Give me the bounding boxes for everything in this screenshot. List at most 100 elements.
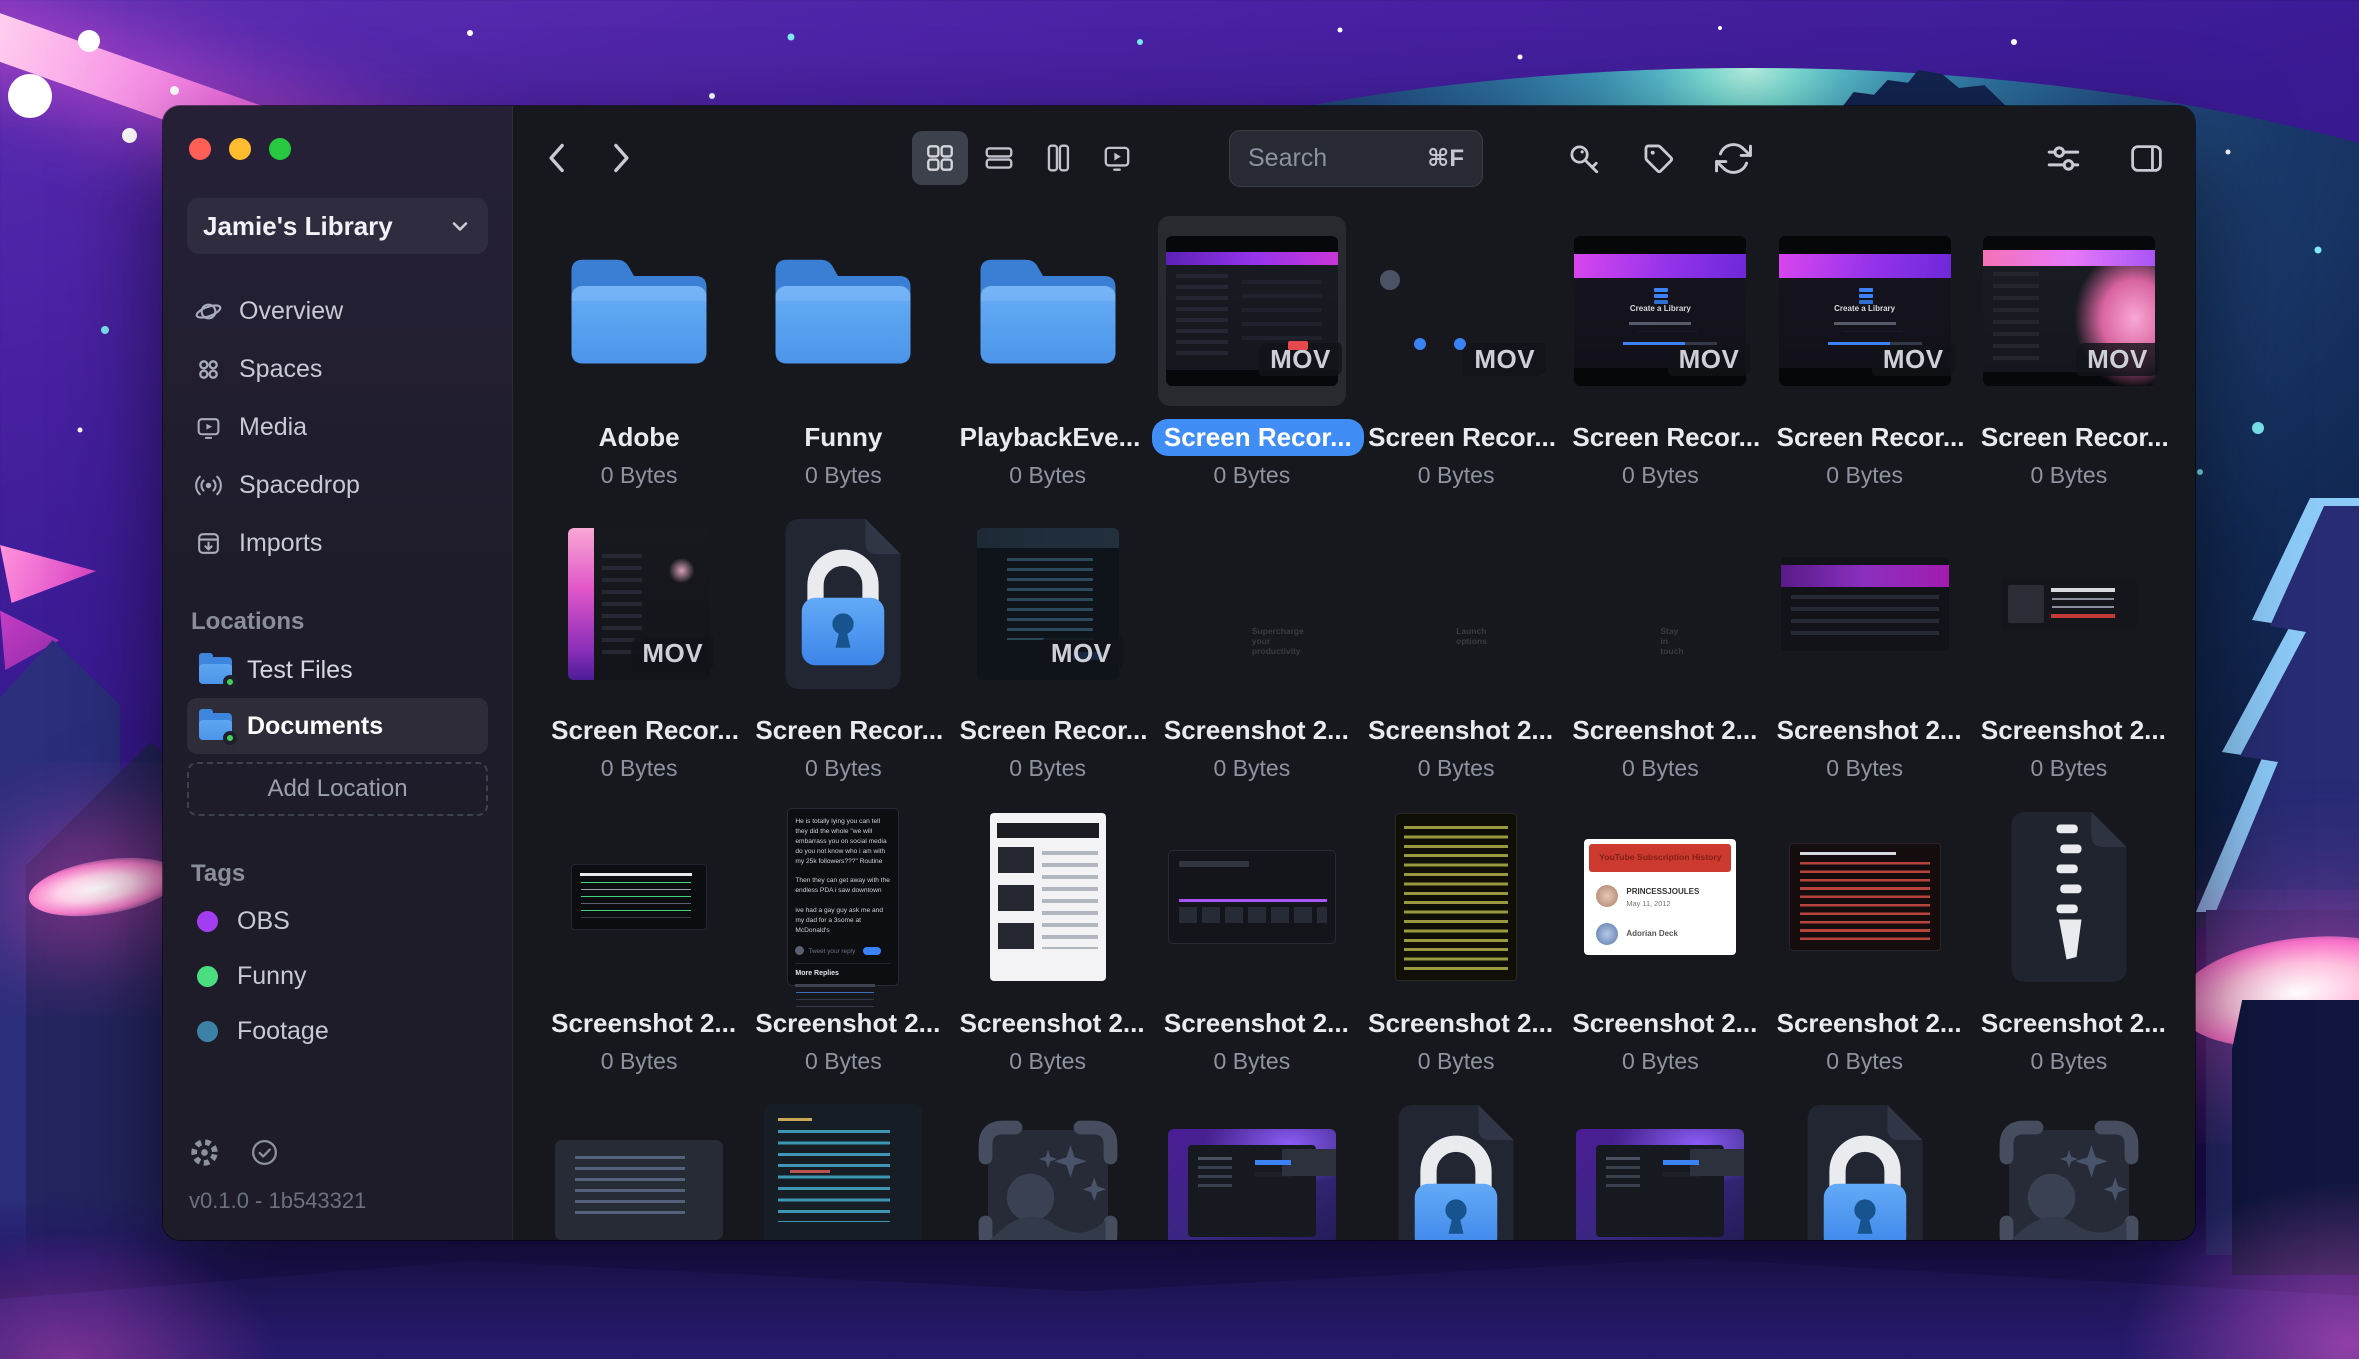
folder-card[interactable]: Adobe 0 Bytes [537, 216, 741, 509]
file-thumbnail: MOVCreate a Library [1771, 216, 1959, 406]
sidebar-item-imports[interactable]: Imports [187, 514, 488, 572]
wallpaper-planet-rock [1840, 70, 2010, 110]
file-card[interactable]: Screenshot 2... 0 Bytes [1763, 509, 1967, 802]
file-thumbnail: YouTube Subscription HistoryPRINCESSJOUL… [1566, 802, 1754, 992]
view-mode-group [912, 131, 1145, 185]
list-view-button[interactable] [971, 131, 1027, 185]
sidebar-tag-obs[interactable]: OBS [187, 894, 488, 949]
file-card[interactable]: Screen Recor... 0 Bytes [741, 509, 945, 802]
panel-toggle-icon[interactable] [2128, 140, 2165, 177]
tag-label: Funny [237, 962, 306, 991]
sidebar-item-test-files[interactable]: Test Files [187, 642, 488, 698]
grid-view-button[interactable] [912, 131, 968, 185]
file-card[interactable]: Supercharge your productivity Screenshot… [1150, 509, 1354, 802]
file-card[interactable]: Screenshot 2... 0 Bytes [1354, 802, 1558, 1095]
close-button[interactable] [189, 138, 211, 160]
key-icon[interactable] [1565, 140, 1602, 177]
thumb-text: Adorian Deck [1626, 929, 1678, 938]
file-card[interactable]: Stay in touch Screenshot 2... 0 Bytes [1558, 509, 1762, 802]
folder-card[interactable]: Funny 0 Bytes [741, 216, 945, 509]
back-icon[interactable] [541, 140, 575, 176]
file-size: 0 Bytes [1622, 755, 1699, 782]
file-card[interactable] [1967, 1095, 2171, 1240]
main-content: Search ⌘F [513, 106, 2195, 1240]
file-thumbnail [1771, 509, 1959, 699]
media-view-button[interactable] [1089, 131, 1145, 185]
file-card[interactable] [1763, 1095, 1967, 1240]
file-card[interactable]: MOV Screen Recor... 0 Bytes [537, 509, 741, 802]
add-location-button[interactable]: Add Location [187, 762, 488, 816]
file-card[interactable]: MOVCreate a Library Screen Recor... 0 By… [1763, 216, 1967, 509]
folder-card[interactable]: PlaybackEve... 0 Bytes [946, 216, 1150, 509]
file-name: Screenshot 2... [1356, 1005, 1565, 1042]
gear-icon[interactable] [189, 1137, 220, 1168]
file-card[interactable]: Launch options Screenshot 2... 0 Bytes [1354, 509, 1558, 802]
tag-icon[interactable] [1640, 140, 1677, 177]
check-circle-icon[interactable] [250, 1138, 279, 1167]
file-thumbnail [954, 1095, 1142, 1240]
file-card[interactable] [537, 1095, 741, 1240]
sidebar-item-documents[interactable]: Documents [187, 698, 488, 754]
spaces-icon [195, 356, 222, 383]
tag-label: Footage [237, 1017, 329, 1046]
sidebar-tag-footage[interactable]: Footage [187, 1004, 488, 1059]
file-thumbnail [954, 216, 1142, 406]
file-thumbnail [1771, 802, 1959, 992]
file-card[interactable]: MOV Screen Recor... 0 Bytes [1150, 216, 1354, 509]
filters-icon[interactable] [2045, 140, 2082, 177]
file-name: Screenshot 2... [743, 1005, 952, 1042]
file-card[interactable]: MOV Screen Recor... 0 Bytes [946, 509, 1150, 802]
file-name: Screen Recor... [1356, 419, 1568, 456]
library-switcher[interactable]: Jamie's Library [187, 198, 488, 254]
file-card[interactable]: Screenshot 2... 0 Bytes [1967, 802, 2171, 1095]
file-card[interactable]: YouTube Subscription HistoryPRINCESSJOUL… [1558, 802, 1762, 1095]
minimize-button[interactable] [229, 138, 251, 160]
file-card[interactable] [1558, 1095, 1762, 1240]
forward-icon[interactable] [603, 140, 637, 176]
file-size: 0 Bytes [601, 1048, 678, 1075]
file-size: 0 Bytes [1214, 1048, 1291, 1075]
file-card[interactable]: MOV Screen Recor... 0 Bytes [1354, 216, 1558, 509]
sidebar-item-media[interactable]: Media [187, 398, 488, 456]
sync-icon[interactable] [1715, 140, 1752, 177]
file-card[interactable]: Screenshot 2... 0 Bytes [1150, 802, 1354, 1095]
file-thumbnail [749, 1095, 937, 1240]
traffic-lights [189, 138, 488, 160]
file-thumbnail: MOV [1362, 216, 1550, 406]
file-card[interactable]: Screenshot 2... 0 Bytes [946, 802, 1150, 1095]
file-card[interactable]: Screenshot 2... 0 Bytes [1763, 802, 1967, 1095]
search-input[interactable]: Search ⌘F [1229, 130, 1483, 187]
sidebar-item-spaces[interactable]: Spaces [187, 340, 488, 398]
thumb-text: May 11, 2012 [1626, 899, 1670, 908]
sidebar-item-spacedrop[interactable]: Spacedrop [187, 456, 488, 514]
file-thumbnail [1362, 802, 1550, 992]
version-label: v0.1.0 - 1b543321 [189, 1188, 486, 1214]
file-card[interactable] [1354, 1095, 1558, 1240]
file-card[interactable]: MOVCreate a Library Screen Recor... 0 By… [1558, 216, 1762, 509]
file-name: Screenshot 2... [1560, 712, 1769, 749]
sidebar-item-overview[interactable]: Overview [187, 282, 488, 340]
file-card[interactable]: Screenshot 2... 0 Bytes [1967, 509, 2171, 802]
file-card[interactable]: MOV Screen Recor... 0 Bytes [1967, 216, 2171, 509]
tag-label: OBS [237, 907, 290, 936]
zoom-button[interactable] [269, 138, 291, 160]
file-size: 0 Bytes [1826, 462, 1903, 489]
columns-view-button[interactable] [1030, 131, 1086, 185]
file-name: Screenshot 2... [1356, 712, 1565, 749]
file-card[interactable] [741, 1095, 945, 1240]
file-card[interactable]: He is totally lying you can tell they di… [741, 802, 945, 1095]
file-size: 0 Bytes [1214, 755, 1291, 782]
folder-icon [199, 713, 232, 740]
file-size: 0 Bytes [805, 1048, 882, 1075]
list-view-icon [983, 142, 1015, 174]
zipfile-icon [1994, 812, 2144, 982]
file-thumbnail: MOVCreate a Library [1566, 216, 1754, 406]
file-card[interactable] [946, 1095, 1150, 1240]
sidebar-tag-funny[interactable]: Funny [187, 949, 488, 1004]
file-card[interactable]: Screenshot 2... 0 Bytes [537, 802, 741, 1095]
file-size: 0 Bytes [1418, 462, 1495, 489]
file-card[interactable] [1150, 1095, 1354, 1240]
wallpaper-rock-tower [0, 640, 120, 1359]
thumb-text: More Replies [795, 963, 891, 987]
file-thumbnail: MOV [954, 509, 1142, 699]
